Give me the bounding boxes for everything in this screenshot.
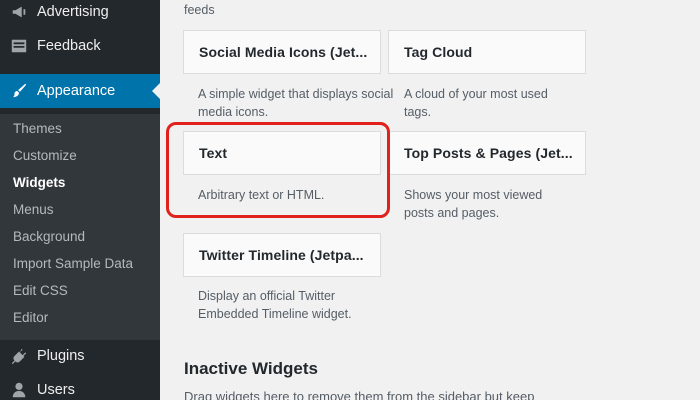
- submenu-item-themes[interactable]: Themes: [13, 120, 62, 138]
- menu-item-label: Plugins: [37, 348, 85, 364]
- users-icon: [9, 380, 29, 400]
- widget-top-posts-pages[interactable]: Top Posts & Pages (Jet...: [388, 131, 586, 175]
- menu-item-label: Feedback: [37, 38, 101, 54]
- widget-title: Top Posts & Pages (Jet...: [404, 145, 573, 161]
- submenu-item-import-sample-data[interactable]: Import Sample Data: [13, 255, 133, 273]
- submenu-item-edit-css[interactable]: Edit CSS: [13, 282, 68, 300]
- inactive-widgets-description: Drag widgets here to remove them from th…: [184, 389, 535, 400]
- plugin-icon: [9, 346, 29, 366]
- submenu-item-editor[interactable]: Editor: [13, 309, 48, 327]
- widget-description: Shows your most viewed posts and pages.: [404, 188, 543, 220]
- paintbrush-icon: [9, 81, 29, 101]
- submenu-item-menus[interactable]: Menus: [13, 201, 54, 219]
- widget-twitter-timeline[interactable]: Twitter Timeline (Jetpa...: [183, 233, 381, 277]
- current-menu-arrow: [152, 83, 160, 99]
- menu-item-appearance[interactable]: Appearance: [0, 74, 160, 108]
- menu-item-feedback[interactable]: Feedback: [0, 29, 160, 63]
- submenu-item-customize[interactable]: Customize: [13, 147, 77, 165]
- menu-item-label: Appearance: [37, 83, 116, 99]
- inactive-widgets-title: Inactive Widgets: [184, 359, 318, 378]
- widget-description: A cloud of your most used tags.: [404, 87, 548, 119]
- highlight-annotation: [166, 122, 390, 218]
- widget-tag-cloud[interactable]: Tag Cloud: [388, 30, 586, 74]
- menu-item-users[interactable]: Users: [0, 373, 160, 400]
- widget-title: Social Media Icons (Jet...: [199, 44, 368, 60]
- submenu-item-widgets[interactable]: Widgets: [13, 174, 65, 192]
- feedback-icon: [9, 36, 29, 56]
- menu-item-label: Advertising: [37, 4, 109, 20]
- widget-description: A simple widget that displays social med…: [198, 87, 394, 119]
- megaphone-icon: [9, 2, 29, 22]
- widget-description: Display an official Twitter Embedded Tim…: [198, 289, 352, 321]
- appearance-submenu: Themes Customize Widgets Menus Backgroun…: [0, 114, 160, 340]
- admin-sidebar: Advertising Feedback Appearance Themes C…: [0, 0, 160, 400]
- widget-title: Tag Cloud: [404, 44, 473, 60]
- widget-description-fragment: feeds: [184, 3, 215, 17]
- widget-social-media-icons[interactable]: Social Media Icons (Jet...: [183, 30, 381, 74]
- submenu-item-background[interactable]: Background: [13, 228, 85, 246]
- menu-item-label: Users: [37, 382, 75, 398]
- menu-item-plugins[interactable]: Plugins: [0, 339, 160, 373]
- widget-title: Twitter Timeline (Jetpa...: [199, 247, 364, 263]
- menu-item-advertising[interactable]: Advertising: [0, 0, 160, 29]
